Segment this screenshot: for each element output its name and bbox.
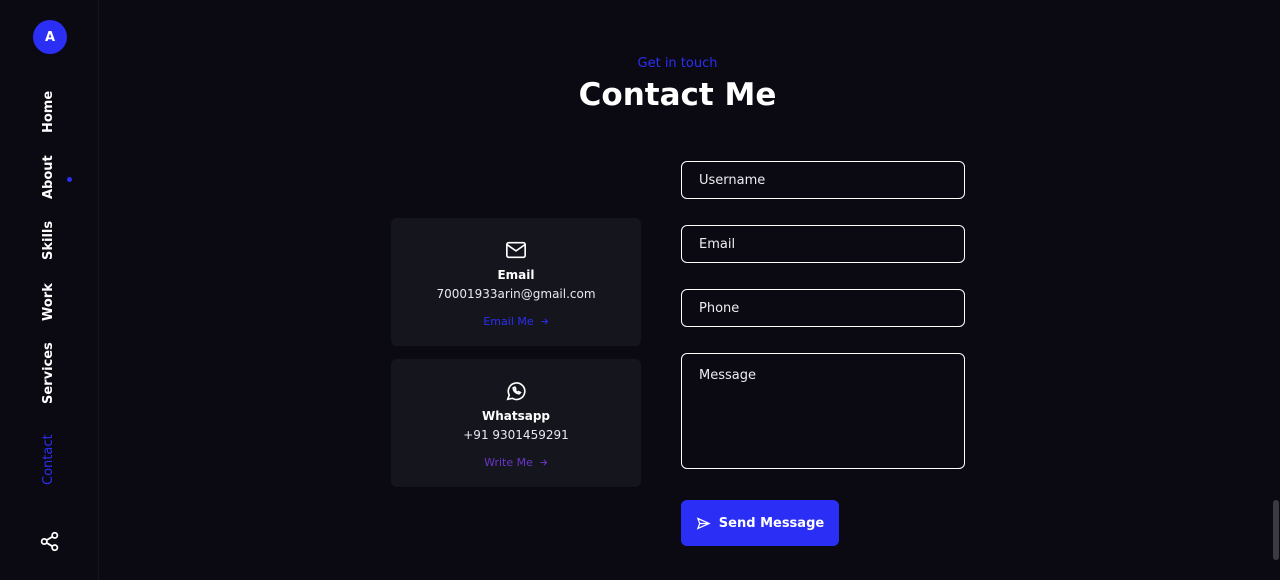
share-icon[interactable] xyxy=(39,531,60,552)
message-textarea[interactable] xyxy=(681,353,965,469)
nav-item-services[interactable]: Services xyxy=(41,342,56,404)
card-value: 70001933arin@gmail.com xyxy=(436,287,596,301)
send-icon xyxy=(696,516,711,530)
write-me-link[interactable]: Write Me xyxy=(484,456,548,469)
page-title: Contact Me xyxy=(578,77,777,113)
page-scrollbar[interactable] xyxy=(1272,0,1280,580)
link-label: Write Me xyxy=(484,456,533,469)
nav-item-about[interactable]: About xyxy=(41,155,56,199)
nav-item-work[interactable]: Work xyxy=(41,283,56,321)
link-label: Email Me xyxy=(483,315,534,328)
mail-icon xyxy=(506,241,526,259)
nav-item-skills[interactable]: Skills xyxy=(41,221,56,260)
card-title: Whatsapp xyxy=(481,409,551,423)
card-value: +91 9301459291 xyxy=(463,428,569,442)
scrollbar-thumb[interactable] xyxy=(1273,500,1279,560)
send-message-button[interactable]: Send Message xyxy=(681,500,839,546)
email-card: Email 70001933arin@gmail.com Email Me xyxy=(391,218,641,346)
phone-input[interactable] xyxy=(681,289,965,327)
logo-avatar[interactable]: A xyxy=(33,20,67,54)
send-button-label: Send Message xyxy=(718,515,825,531)
card-title: Email xyxy=(497,268,535,282)
whatsapp-icon xyxy=(506,382,526,401)
nav-item-contact[interactable]: Contact xyxy=(41,434,56,485)
arrow-right-icon xyxy=(541,318,548,325)
nav-indicator-dot xyxy=(67,177,72,182)
email-input[interactable] xyxy=(681,225,965,263)
whatsapp-card: Whatsapp +91 9301459291 Write Me xyxy=(391,359,641,487)
username-input[interactable] xyxy=(681,161,965,199)
arrow-right-icon xyxy=(540,459,548,466)
email-me-link[interactable]: Email Me xyxy=(483,315,548,328)
section-subtitle: Get in touch xyxy=(637,56,718,71)
